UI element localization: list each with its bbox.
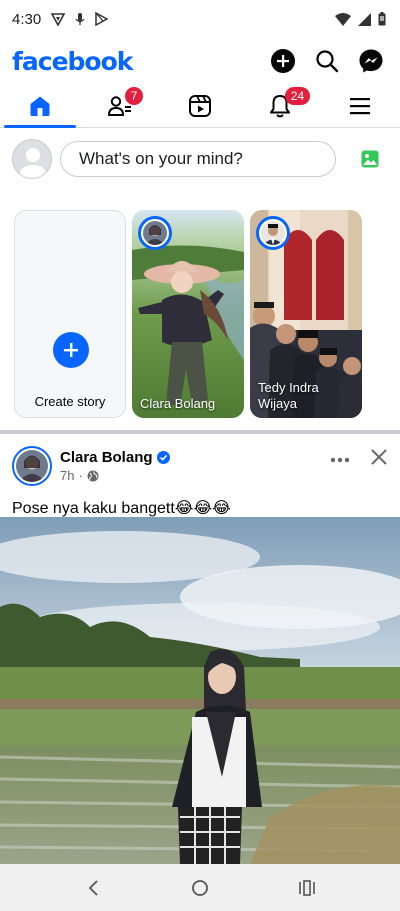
whats-on-your-mind-input[interactable]: What's on your mind? [60,141,336,177]
photo-icon [361,150,379,168]
story-avatar [138,216,172,250]
plus-circle-icon [271,49,295,73]
recents-icon [298,879,315,896]
system-navigation-bar [0,864,400,911]
tab-friends[interactable]: 7 [80,84,160,127]
battery-icon [378,12,386,26]
post-composer: What's on your mind? [0,128,400,190]
messenger-icon [359,49,383,73]
hide-post-button[interactable] [370,448,388,471]
wifi-icon [335,12,351,26]
verified-badge-icon [156,451,170,464]
home-button[interactable] [180,868,220,908]
messenger-button[interactable] [356,46,386,76]
friends-badge: 7 [124,87,144,105]
story-author-name: Tedy Indra Wijaya [258,380,319,411]
post-header: Clara Bolang 7h · [0,434,400,488]
post-time[interactable]: 7h [60,468,74,483]
close-icon [371,448,387,465]
search-button[interactable] [312,46,342,76]
notifications-badge: 24 [284,87,311,105]
hamburger-menu-icon [350,97,370,114]
vpn-icon [51,12,66,26]
cellular-signal-icon [358,12,371,26]
post-image [0,517,400,864]
recents-button[interactable] [287,868,327,908]
post-photo[interactable] [0,517,400,864]
tab-video[interactable] [160,84,240,127]
more-options-icon [330,457,350,463]
story-card[interactable]: Tedy Indra Wijaya [250,210,362,418]
tab-menu[interactable] [320,84,400,127]
search-icon [316,50,339,73]
post-author-avatar[interactable] [12,446,52,486]
globe-icon [87,470,99,481]
story-avatar [256,216,290,250]
mic-icon [75,12,85,26]
status-bar: 4:30 [0,0,400,38]
back-chevron-icon [89,879,98,896]
create-button[interactable] [268,46,298,76]
story-card[interactable]: Clara Bolang [132,210,244,418]
post-options-button[interactable] [330,450,350,468]
back-button[interactable] [73,868,113,908]
status-time: 4:30 [12,10,42,28]
create-story-label: Create story [34,394,106,409]
story-author-name: Clara Bolang [140,396,216,411]
post-author-name[interactable]: Clara Bolang [60,449,153,466]
stories-row: Create story Clara Bolang Tedy Indra Wij… [0,198,400,434]
home-circle-icon [192,879,208,896]
create-story-card[interactable]: Create story [14,210,126,418]
main-tabs: 7 24 [0,84,400,128]
home-icon [30,96,50,116]
create-story-plus-icon [53,332,89,368]
video-icon [189,94,211,117]
post-meta: Clara Bolang 7h · [60,449,330,483]
default-avatar-icon [19,148,47,178]
tab-home[interactable] [0,84,80,128]
play-store-icon [95,12,109,26]
add-photo-button[interactable] [352,141,388,177]
tab-notifications[interactable]: 24 [240,84,320,127]
app-header: facebook [0,38,400,84]
user-avatar[interactable] [12,139,52,179]
facebook-logo[interactable]: facebook [12,47,133,76]
